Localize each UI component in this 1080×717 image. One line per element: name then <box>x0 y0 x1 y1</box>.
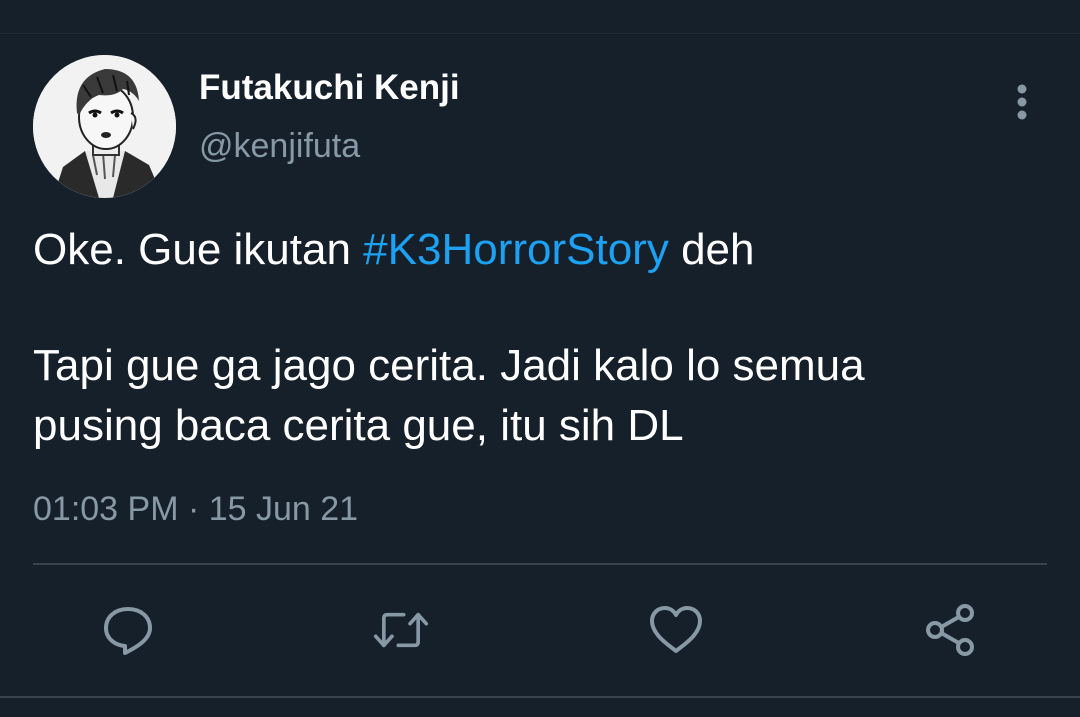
user-handle[interactable]: @kenjifuta <box>199 127 360 166</box>
top-divider <box>0 33 1080 34</box>
tweet-text-line-3: pusing baca cerita gue, itu sih DL <box>33 401 684 450</box>
bottom-divider <box>0 696 1080 698</box>
like-button[interactable] <box>648 602 704 658</box>
more-options-button[interactable] <box>1004 80 1040 124</box>
divider <box>33 563 1047 565</box>
tweet-text-part: Oke. Gue ikutan <box>33 225 364 274</box>
tweet-text-part: deh <box>668 225 755 274</box>
avatar[interactable] <box>33 55 176 198</box>
reply-icon <box>104 607 152 655</box>
like-icon <box>650 606 702 653</box>
tweet-timestamp[interactable]: 01:03 PM · 15 Jun 21 <box>33 490 358 529</box>
more-vertical-icon <box>1017 84 1027 120</box>
hashtag-link[interactable]: #K3HorrorStory <box>363 225 669 274</box>
share-button[interactable] <box>922 602 978 658</box>
tweet-text-line-1: Oke. Gue ikutan #K3HorrorStory deh <box>33 220 754 280</box>
display-name[interactable]: Futakuchi Kenji <box>199 68 460 108</box>
reply-button[interactable] <box>100 602 156 658</box>
retweet-icon <box>373 612 429 648</box>
tweet-text-line-2: Tapi gue ga jago cerita. Jadi kalo lo se… <box>33 341 865 390</box>
retweet-button[interactable] <box>373 602 429 658</box>
share-icon <box>926 604 974 656</box>
avatar-illustration <box>33 55 176 198</box>
